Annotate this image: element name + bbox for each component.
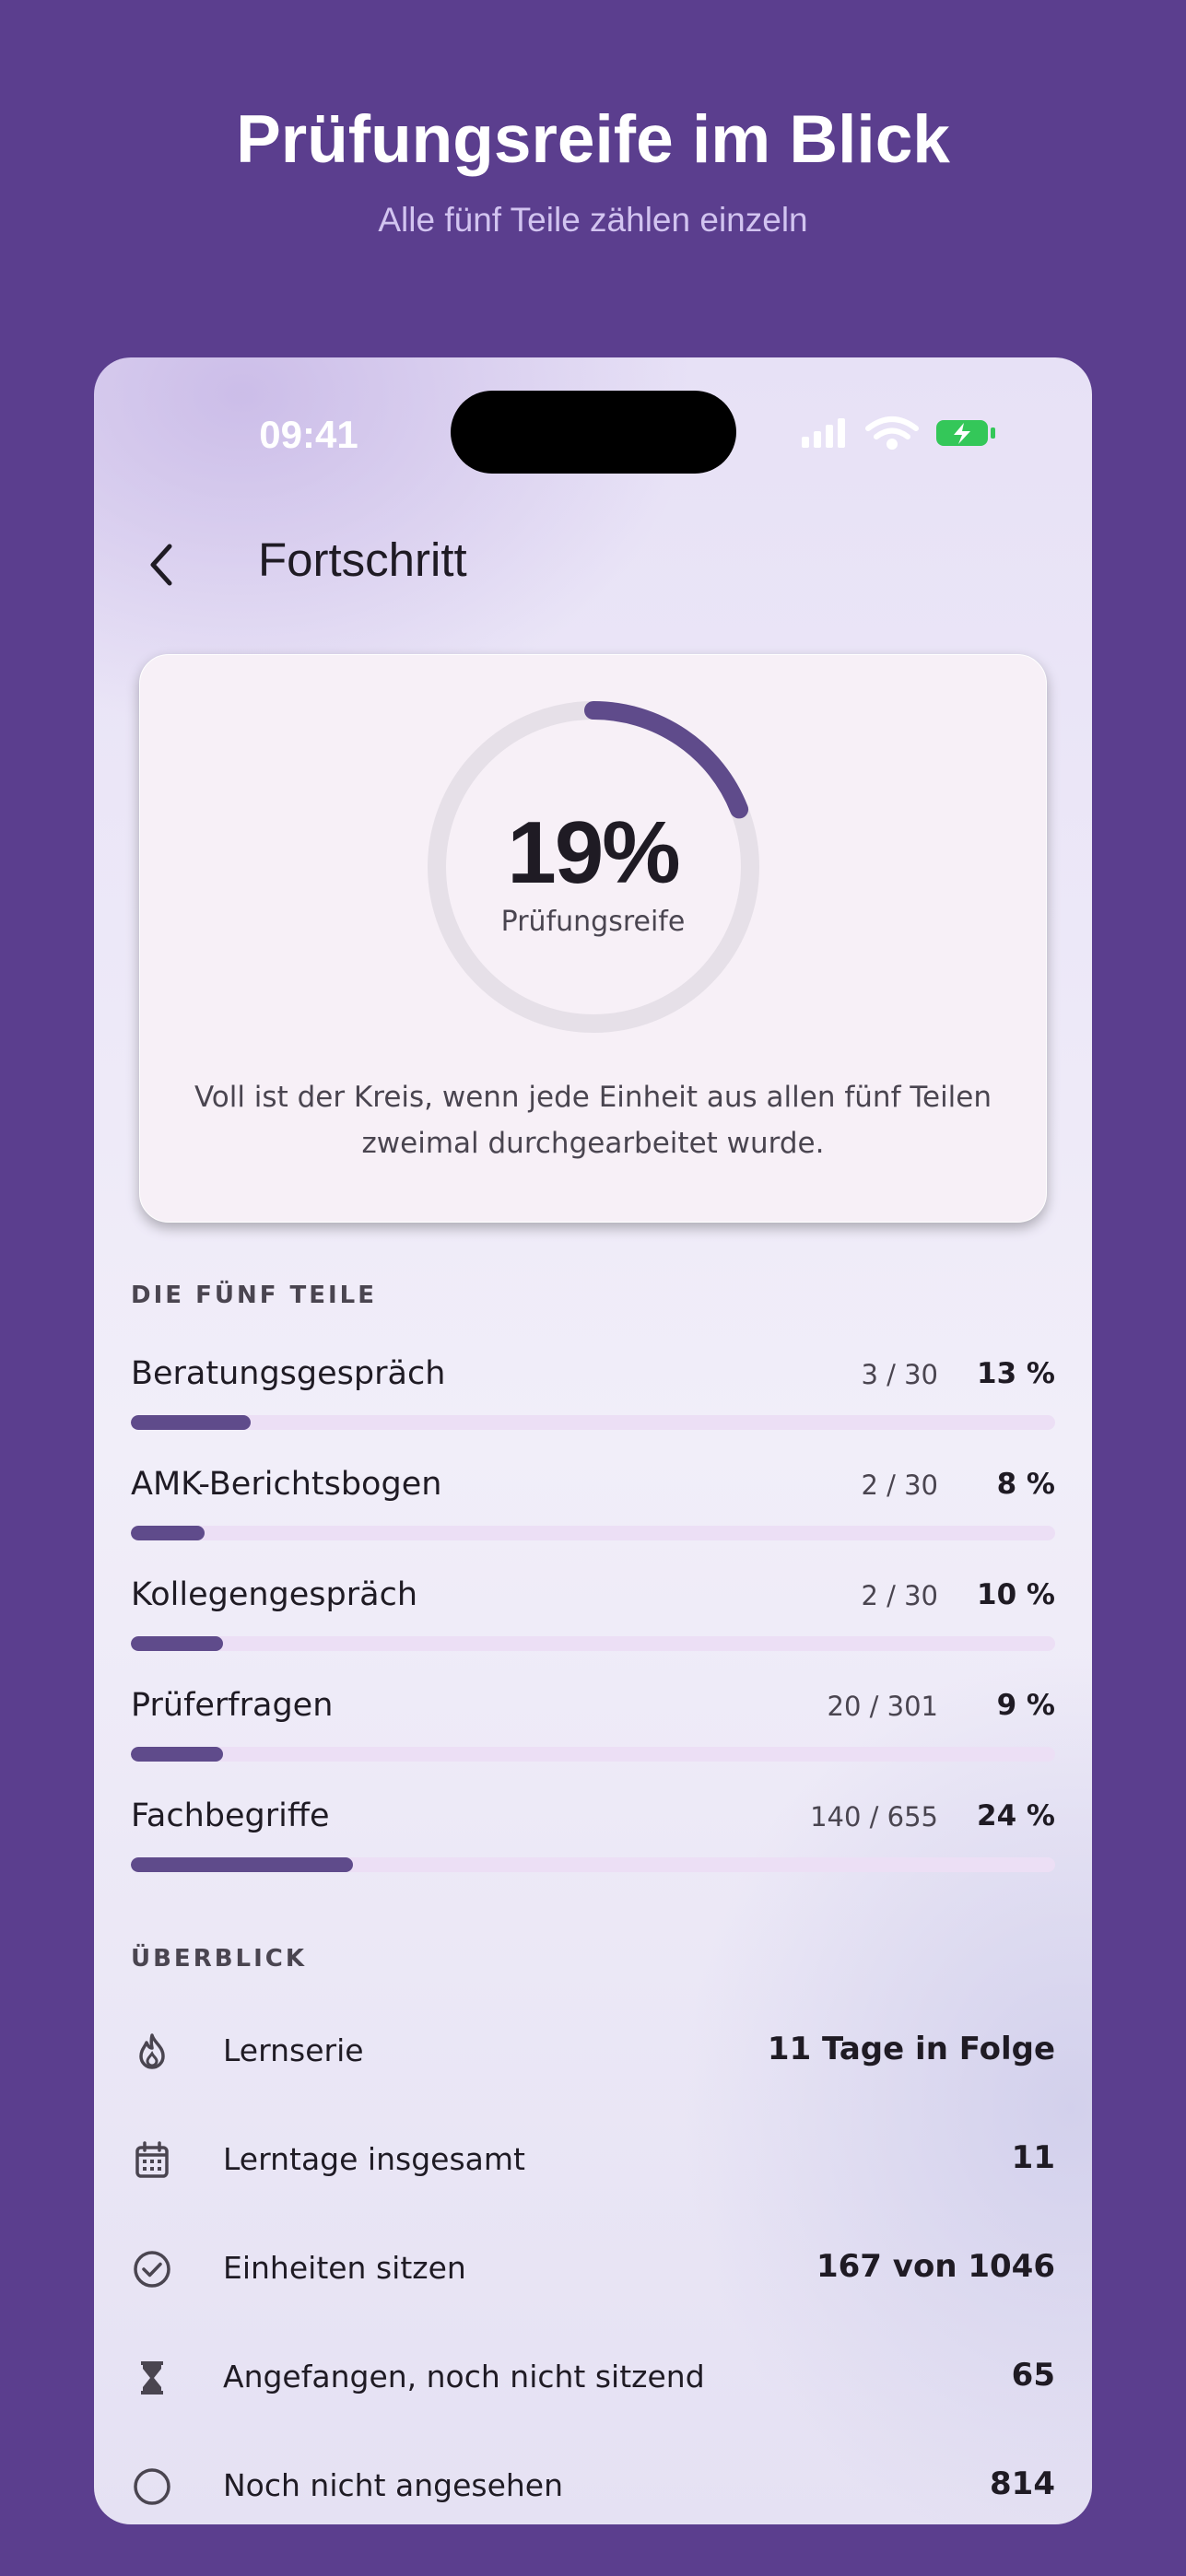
part-count: 3 / 30 bbox=[861, 1359, 938, 1390]
part-row[interactable]: Beratungsgespräch 3 / 30 13 % bbox=[131, 1355, 1055, 1447]
part-percent: 24 % bbox=[977, 1799, 1055, 1832]
part-count: 140 / 655 bbox=[810, 1801, 938, 1832]
phone-screen: 09:41 Fortschritt 19% Prüfungsreife Voll… bbox=[94, 357, 1092, 2524]
part-percent: 13 % bbox=[977, 1357, 1055, 1390]
part-name: AMK-Berichtsbogen bbox=[131, 1466, 442, 1503]
overview-row: Lernserie 11 Tage in Folge bbox=[131, 2020, 1055, 2084]
progress-fill bbox=[131, 1857, 353, 1872]
progress-fill bbox=[131, 1636, 224, 1651]
progress-fill bbox=[131, 1526, 205, 1540]
overview-heading: ÜBERBLICK bbox=[131, 1945, 307, 1973]
progress-track bbox=[131, 1526, 1055, 1540]
progress-track bbox=[131, 1415, 1055, 1430]
part-name: Prüferfragen bbox=[131, 1687, 334, 1724]
overview-row: Noch nicht angesehen 814 bbox=[131, 2454, 1055, 2519]
part-name: Kollegengespräch bbox=[131, 1576, 418, 1613]
cellular-signal-icon bbox=[802, 418, 845, 448]
page-title: Fortschritt bbox=[258, 533, 467, 586]
part-count: 2 / 30 bbox=[861, 1469, 938, 1501]
status-time: 09:41 bbox=[259, 413, 358, 456]
overview-label: Lernserie bbox=[223, 2032, 364, 2068]
calendar-icon bbox=[135, 2141, 169, 2178]
part-percent: 8 % bbox=[996, 1468, 1055, 1501]
overview-value: 814 bbox=[990, 2465, 1055, 2502]
overview-label: Noch nicht angesehen bbox=[223, 2467, 564, 2503]
overview-row: Angefangen, noch nicht sitzend 65 bbox=[131, 2346, 1055, 2410]
ring-progress bbox=[584, 701, 749, 819]
check-circle-icon bbox=[134, 2251, 170, 2288]
hero-subtitle: Alle fünf Teile zählen einzeln bbox=[378, 201, 808, 239]
part-row[interactable]: Kollegengespräch 2 / 30 10 % bbox=[131, 1576, 1055, 1669]
overview-row: Einheiten sitzen 167 von 1046 bbox=[131, 2237, 1055, 2301]
readiness-note: Voll ist der Kreis, wenn jede Einheit au… bbox=[194, 1081, 992, 1160]
progress-fill bbox=[131, 1415, 252, 1430]
progress-track bbox=[131, 1636, 1055, 1651]
status-icons bbox=[802, 415, 1023, 455]
overview-value: 65 bbox=[1011, 2357, 1055, 2394]
progress-fill bbox=[131, 1747, 224, 1762]
chevron-left-icon bbox=[150, 544, 172, 586]
part-percent: 10 % bbox=[977, 1578, 1055, 1611]
parts-heading: DIE FÜNF TEILE bbox=[131, 1282, 378, 1309]
hourglass-icon bbox=[141, 2361, 163, 2395]
dynamic-island bbox=[451, 391, 736, 474]
wifi-icon bbox=[865, 416, 919, 450]
battery-charging-icon bbox=[936, 420, 995, 446]
part-row[interactable]: Prüferfragen 20 / 301 9 % bbox=[131, 1687, 1055, 1779]
overview-value: 167 von 1046 bbox=[816, 2248, 1055, 2285]
overview-row: Lerntage insgesamt 11 bbox=[131, 2128, 1055, 2193]
readiness-label: Prüfungsreife bbox=[500, 906, 686, 938]
overview-label: Angefangen, noch nicht sitzend bbox=[223, 2359, 705, 2395]
empty-circle-icon bbox=[134, 2468, 170, 2505]
readiness-card: 19% Prüfungsreife Voll ist der Kreis, we… bbox=[139, 654, 1047, 1223]
overview-value: 11 bbox=[1011, 2139, 1055, 2176]
part-name: Beratungsgespräch bbox=[131, 1355, 446, 1392]
part-count: 2 / 30 bbox=[861, 1580, 938, 1611]
part-percent: 9 % bbox=[996, 1689, 1055, 1722]
part-row[interactable]: Fachbegriffe 140 / 655 24 % bbox=[131, 1797, 1055, 1890]
overview-label: Lerntage insgesamt bbox=[223, 2141, 525, 2177]
flame-icon bbox=[139, 2033, 165, 2069]
readiness-percent: 19% bbox=[507, 803, 680, 902]
back-button[interactable] bbox=[138, 537, 184, 592]
progress-track bbox=[131, 1747, 1055, 1762]
part-name: Fachbegriffe bbox=[131, 1797, 330, 1834]
part-row[interactable]: AMK-Berichtsbogen 2 / 30 8 % bbox=[131, 1466, 1055, 1558]
part-count: 20 / 301 bbox=[827, 1691, 938, 1722]
overview-label: Einheiten sitzen bbox=[223, 2250, 466, 2286]
progress-track bbox=[131, 1857, 1055, 1872]
overview-value: 11 Tage in Folge bbox=[767, 2031, 1055, 2067]
hero-title: Prüfungsreife im Blick bbox=[236, 102, 950, 177]
